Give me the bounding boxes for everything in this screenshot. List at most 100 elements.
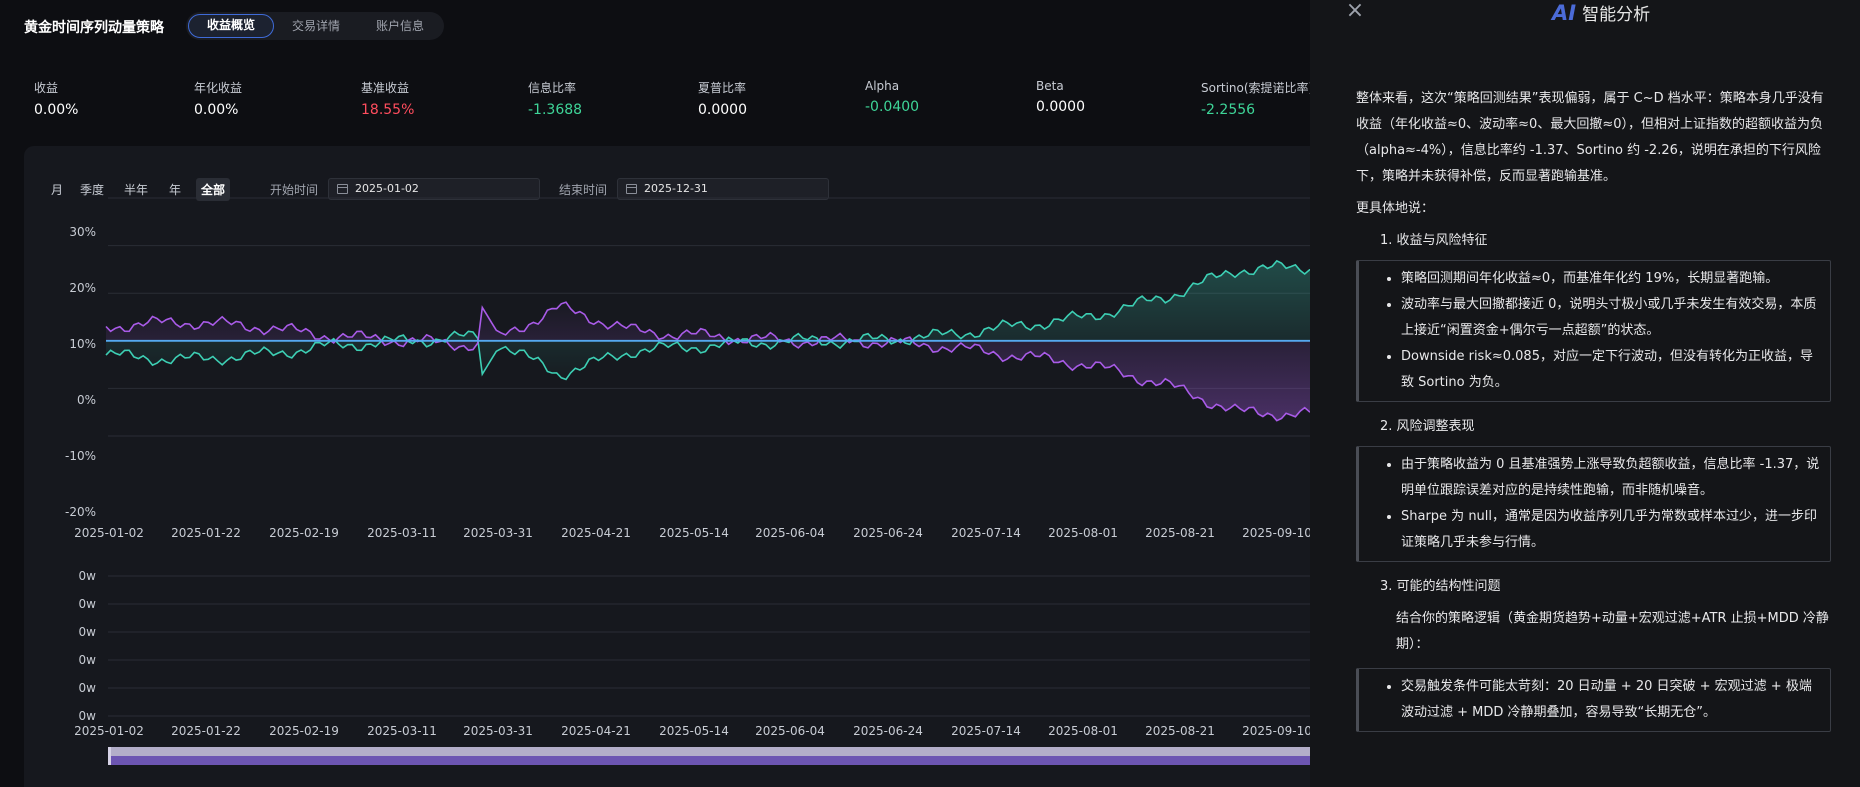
x-tick-label: 2025-09-10 (1242, 526, 1312, 540)
metric-label: Alpha (865, 79, 900, 93)
tab-overview[interactable]: 收益概览 (188, 14, 275, 38)
volume-grid (108, 575, 1324, 717)
y-tick-label: 0w (79, 569, 97, 583)
y-tick-label: -10% (65, 449, 96, 463)
x-tick-label: 2025-03-31 (463, 724, 533, 738)
x-tick-label: 2025-08-01 (1048, 724, 1118, 738)
drawer-title: AI 智能分析 (1552, 0, 1650, 25)
x-tick-label: 2025-02-19 (269, 526, 339, 540)
chart-panel: 月 季度 半年 年 全部 开始时间 2025-01-02 结束时间 2025-1… (24, 146, 1324, 787)
metric-label: 信息比率 (528, 81, 577, 95)
list-item: 由于策略收益为 0 且基准强势上涨导致负超额收益，信息比率 -1.37，说明单位… (1401, 452, 1820, 504)
x-tick-label: 2025-07-14 (951, 724, 1021, 738)
zoom-slider-range[interactable] (108, 756, 1324, 765)
section-title: 3. 可能的结构性问题 (1380, 579, 1501, 594)
x-tick-label: 2025-08-21 (1145, 526, 1215, 540)
metric-value: -1.3688 (528, 102, 583, 118)
returns-chart[interactable]: 30% 20% 10% 0% -10% -20% 2025-01-02 2025… (24, 146, 1324, 766)
metric-label: 夏普比率 (698, 81, 747, 95)
x-tick-label: 2025-06-04 (755, 724, 825, 738)
ai-logo: AI (1552, 1, 1577, 25)
metric-label: 年化收益 (194, 81, 243, 95)
x-tick-label: 2025-02-19 (269, 724, 339, 738)
drawer-title-text: 智能分析 (1582, 5, 1651, 25)
analysis-intro: 整体来看，这次“策略回测结果”表现偏弱，属于 C~D 档水平：策略本身几乎没有收… (1356, 91, 1824, 184)
y-tick-label: 0w (79, 625, 97, 639)
list-item: 策略回测期间年化收益≈0，而基准年化约 19%，长期显著跑输。 (1401, 266, 1820, 292)
metric-value: -2.2556 (1201, 102, 1256, 118)
x-tick-label: 2025-05-14 (659, 526, 729, 540)
metric-label: 基准收益 (361, 81, 410, 95)
analysis-content: 整体来看，这次“策略回测结果”表现偏弱，属于 C~D 档水平：策略本身几乎没有收… (1356, 86, 1831, 744)
x-tick-label: 2025-03-11 (367, 724, 437, 738)
metric-label: Beta (1036, 79, 1064, 93)
y-tick-label: -20% (65, 505, 96, 519)
metric-annual-return: 年化收益 0.00% (194, 79, 242, 118)
volume-y-axis: 0w 0w 0w 0w 0w 0w (79, 569, 97, 723)
y-tick-label: 0w (79, 709, 97, 723)
list-item: 交易触发条件可能太苛刻：20 日动量 + 20 日突破 + 宏观过滤 + 极端波… (1401, 674, 1820, 726)
y-tick-label: 20% (69, 281, 96, 295)
metric-alpha: Alpha -0.0400 (865, 79, 919, 115)
metric-value: 0.0000 (698, 102, 747, 118)
metric-return: 收益 0.00% (34, 79, 78, 118)
x-tick-label: 2025-03-11 (367, 526, 437, 540)
list-item: Downside risk≈0.085，对应一定下行波动，但没有转化为正收益，导… (1401, 344, 1820, 396)
x-tick-label: 2025-05-14 (659, 724, 729, 738)
y-tick-label: 30% (69, 225, 96, 239)
x-tick-label: 2025-03-31 (463, 526, 533, 540)
x-tick-label: 2025-06-04 (755, 526, 825, 540)
x-tick-label: 2025-01-22 (171, 526, 241, 540)
section-title: 1. 收益与风险特征 (1380, 233, 1488, 248)
x-tick-label: 2025-08-01 (1048, 526, 1118, 540)
y-tick-label: 10% (69, 337, 96, 351)
list-item: Sharpe 为 null，通常是因为收益序列几乎为常数或样本过少，进一步印证策… (1401, 504, 1820, 556)
x-tick-label: 2025-06-24 (853, 724, 923, 738)
close-icon[interactable]: × (1343, 0, 1367, 22)
volume-x-axis: 2025-01-02 2025-01-22 2025-02-19 2025-03… (74, 724, 1312, 738)
tab-trades[interactable]: 交易详情 (274, 14, 358, 38)
x-tick-label: 2025-08-21 (1145, 724, 1215, 738)
x-tick-label: 2025-01-02 (74, 526, 144, 540)
list-item: 波动率与最大回撤都接近 0，说明头寸极小或几乎未发生有效交易，本质上接近“闲置资… (1401, 292, 1820, 344)
section-title: 2. 风险调整表现 (1380, 419, 1475, 434)
y-tick-label: 0w (79, 681, 97, 695)
metric-value: 0.00% (34, 102, 79, 118)
x-tick-label: 2025-01-22 (171, 724, 241, 738)
x-tick-label: 2025-09-10 (1242, 724, 1312, 738)
analysis-callout: 交易触发条件可能太苛刻：20 日动量 + 20 日突破 + 宏观过滤 + 极端波… (1356, 668, 1831, 732)
y-tick-label: 0% (77, 393, 96, 407)
metric-value: -0.0400 (865, 99, 920, 115)
top-header: 黄金时间序列动量策略 收益概览 交易详情 账户信息 (0, 0, 1310, 52)
metric-label: Sortino(索提诺比率) (1201, 81, 1314, 95)
analysis-detail-heading: 更具体地说： (1356, 201, 1435, 216)
metric-information-ratio: 信息比率 -1.3688 (528, 79, 582, 118)
metric-sortino: Sortino(索提诺比率) -2.2556 (1201, 79, 1313, 118)
app-root: { "header": { "title": "黄金时间序列动量策略", "ta… (0, 0, 1860, 787)
ai-analysis-drawer: × AI 智能分析 整体来看，这次“策略回测结果”表现偏弱，属于 C~D 档水平… (1310, 0, 1860, 787)
section-text: 结合你的策略逻辑（黄金期货趋势+动量+宏观过滤+ATR 止损+MDD 冷静期）： (1396, 611, 1829, 652)
metric-benchmark-return: 基准收益 18.55% (361, 79, 414, 118)
metric-value: 0.00% (194, 102, 239, 118)
returns-y-axis: 30% 20% 10% 0% -10% -20% (65, 225, 96, 519)
strategy-title: 黄金时间序列动量策略 (24, 20, 164, 36)
x-tick-label: 2025-07-14 (951, 526, 1021, 540)
zoom-slider-handle[interactable] (108, 747, 111, 765)
analysis-callout: 策略回测期间年化收益≈0，而基准年化约 19%，长期显著跑输。 波动率与最大回撤… (1356, 260, 1831, 402)
metric-value: 0.0000 (1036, 99, 1085, 115)
metric-beta: Beta 0.0000 (1036, 79, 1085, 115)
x-tick-label: 2025-06-24 (853, 526, 923, 540)
y-tick-label: 0w (79, 597, 97, 611)
analysis-callout: 由于策略收益为 0 且基准强势上涨导致负超额收益，信息比率 -1.37，说明单位… (1356, 446, 1831, 562)
metric-sharpe: 夏普比率 0.0000 (698, 79, 747, 118)
metric-label: 收益 (34, 81, 59, 95)
x-tick-label: 2025-01-02 (74, 724, 144, 738)
x-tick-label: 2025-04-21 (561, 526, 631, 540)
tab-account[interactable]: 账户信息 (358, 14, 442, 38)
returns-x-axis: 2025-01-02 2025-01-22 2025-02-19 2025-03… (74, 526, 1312, 540)
x-tick-label: 2025-04-21 (561, 724, 631, 738)
view-tabs: 收益概览 交易详情 账户信息 (186, 12, 445, 40)
metric-value: 18.55% (361, 102, 415, 118)
zoom-slider-track[interactable] (108, 747, 1324, 756)
y-tick-label: 0w (79, 653, 97, 667)
